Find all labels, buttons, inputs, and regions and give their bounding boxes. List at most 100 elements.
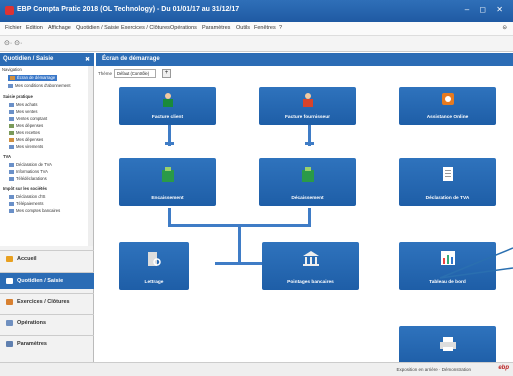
app-icon [5,6,14,15]
form-icon [9,194,14,199]
connector-center-left [215,262,240,265]
tree-item-depenses-2[interactable]: Mes dépenses [9,137,43,143]
tree-item-ecran-demarrage[interactable]: Écran de démarrage [8,75,58,81]
connector-center-down [238,224,241,264]
connector-center-right [238,262,262,265]
client-person-icon [162,93,173,107]
annotation-pointer [439,247,513,279]
cart-icon [9,102,14,107]
tile-decaissement[interactable]: Décaissement [259,158,356,206]
tree-group-is[interactable]: Impôt sur les sociétés [3,186,47,192]
home-icon [6,256,13,262]
expense-icon [9,137,14,142]
tax-form-icon [442,167,453,181]
document-icon [8,83,13,88]
theme-selector-row: Thème Défaut (Contrôle) + [96,68,296,80]
tree-scrollbar[interactable] [88,66,93,246]
ebp-logo: ebp [498,365,509,371]
minimize-ribbon-icon[interactable]: ⊝ [502,25,507,31]
form-icon [9,162,14,167]
tree-item-teledeclarations[interactable]: Télédéclarations [9,176,47,182]
settings-icon [6,341,13,347]
tile-declaration-tva[interactable]: Déclaration de TVA [399,158,496,206]
bank-building-icon [302,251,319,266]
window-titlebar: EBP Compta Pratic 2018 (OL Technology) -… [0,0,513,22]
upload-icon [9,176,14,181]
toolbar: ⊙· ⊙· [0,36,513,52]
arrow-facture-client-head [165,142,174,145]
menu-quotidien[interactable]: Quotidien / Saisie [76,25,119,31]
tree-item-comptes-bancaires[interactable]: Mes comptes bancaires [9,208,60,214]
register-icon [9,116,14,121]
left-panel-title: Quotidien / Saisie [3,56,54,62]
printer-icon [439,337,456,351]
tree-item-info-tva[interactable]: Informations TVA [9,169,48,175]
menu-exercices[interactable]: Exercices / Clôtures [121,25,170,31]
tree-root: Navigation [2,67,22,72]
main-title: Écran de démarrage [102,56,160,62]
bottom-navigation: Accueil Quotidien / Saisie Exercices / C… [0,246,94,362]
payment-icon [9,201,14,206]
status-bar: Exposition en arrière · Démonstration eb… [0,362,513,376]
window-controls[interactable]: – ◻ ✕ [465,5,507,14]
tree-item-recettes[interactable]: Mes recettes [9,130,40,136]
tree-group-tva[interactable]: TVA [3,154,11,160]
startup-canvas: Facture client Facture fournisseur Assis… [96,80,513,362]
tile-lettrage[interactable]: Lettrage [119,242,189,290]
sales-icon [9,109,14,114]
tile-facture-client[interactable]: Facture client [119,87,216,125]
menu-outils[interactable]: Outils [236,25,250,31]
tree-item-ventes-comptant[interactable]: Ventes comptant [9,116,47,122]
cash-out-icon [301,167,314,182]
tree-group-saisie[interactable]: Saisie pratique [3,94,33,100]
left-panel-header: Quotidien / Saisie ✖ [0,53,94,66]
tree-item-conditions[interactable]: Mes conditions d'abonnement [8,83,71,89]
supplier-person-icon [302,93,313,107]
tree-item-depenses[interactable]: Mes dépenses [9,123,43,129]
nav-parametres[interactable]: Paramètres [0,335,94,352]
transfer-icon [9,144,14,149]
home-icon [10,75,15,80]
tree-item-declaration-is[interactable]: Déclaration d'IS [9,194,45,200]
tree-item-declaration-tva[interactable]: Déclaration de TVA [9,162,52,168]
nav-operations[interactable]: Opérations [0,314,94,331]
menu-help[interactable]: ? [279,25,282,31]
nav-exercices-clotures[interactable]: Exercices / Clôtures [0,293,94,310]
theme-add-button[interactable]: + [162,69,171,78]
nav-back-forward-icon[interactable]: ⊙· ⊙· [4,39,22,47]
close-panel-icon[interactable]: ✖ [85,56,90,63]
nav-accueil[interactable]: Accueil [0,250,94,267]
theme-label: Thème [98,71,113,76]
status-text: Exposition en arrière · Démonstration [396,367,471,372]
tile-pointages-bancaires[interactable]: Pointages bancaires [262,242,359,290]
menu-edition[interactable]: Edition [26,25,43,31]
navigation-tree: Navigation Écran de démarrage Mes condit… [0,66,94,246]
money-out-icon [9,123,14,128]
calendar-icon [6,299,13,305]
tree-item-virements[interactable]: Mes virements [9,144,43,150]
matching-icon [148,252,161,266]
operations-icon [6,320,13,326]
menu-fenetres[interactable]: Fenêtres [254,25,276,31]
menu-affichage[interactable]: Affichage [48,25,71,31]
tile-encaissement[interactable]: Encaissement [119,158,216,206]
menu-fichier[interactable]: Fichier [5,25,22,31]
arrow-facture-fournisseur-head [305,142,314,145]
assistance-icon [441,93,454,105]
tile-facture-fournisseur[interactable]: Facture fournisseur [259,87,356,125]
main-header: Écran de démarrage [96,53,513,66]
tree-item-achats[interactable]: Mes achats [9,102,37,108]
pencil-icon [6,278,13,284]
info-icon [9,169,14,174]
cash-in-icon [161,167,174,182]
tree-item-ventes[interactable]: Mes ventes [9,109,37,115]
tile-assistance-online[interactable]: Assistance Online [399,87,496,125]
nav-quotidien-saisie[interactable]: Quotidien / Saisie [0,272,94,289]
tree-item-telepaiements[interactable]: Télépaiements [9,201,43,207]
tile-impression[interactable] [399,326,496,362]
money-in-icon [9,130,14,135]
menu-parametres[interactable]: Paramètres [202,25,230,31]
menu-bar: Fichier Edition Affichage Quotidien / Sa… [0,22,513,36]
theme-select[interactable]: Défaut (Contrôle) [114,69,156,78]
menu-operations[interactable]: Opérations [170,25,197,31]
